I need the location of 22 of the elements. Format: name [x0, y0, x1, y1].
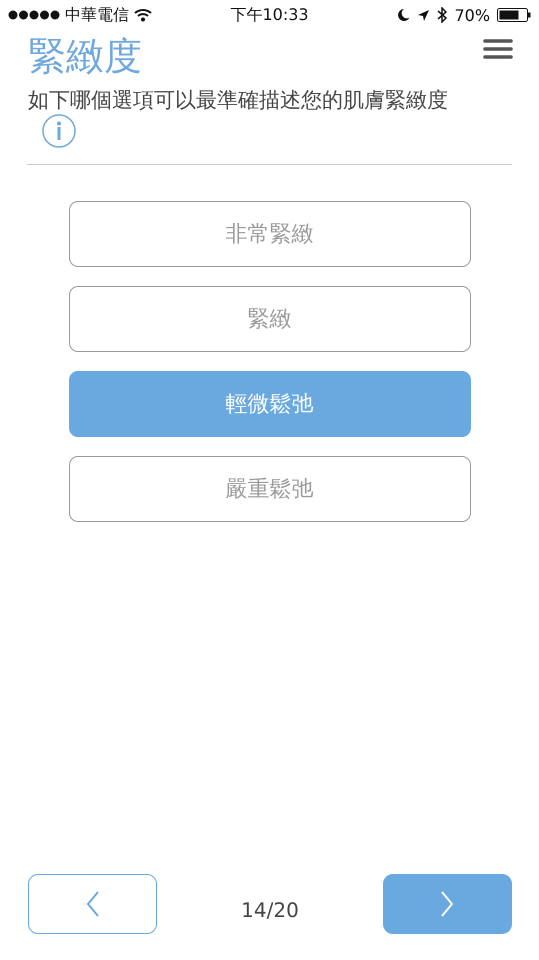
moon-icon: [397, 8, 410, 22]
carrier-name: 中華電信: [65, 4, 129, 26]
info-icon[interactable]: [42, 114, 76, 148]
battery-icon: [497, 8, 532, 22]
location-arrow-icon: [417, 8, 430, 22]
next-button[interactable]: [382, 874, 512, 934]
battery-percent: 70%: [454, 6, 490, 24]
signal-icon: [8, 10, 60, 20]
back-button[interactable]: [28, 874, 157, 934]
chevron-left-icon: [86, 891, 100, 917]
option-button[interactable]: 緊緻: [68, 286, 470, 352]
question-text: 如下哪個選項可以最準確描述您的肌膚緊緻度: [28, 86, 448, 148]
option-button[interactable]: 輕微鬆弛: [68, 371, 470, 437]
page-counter: 14/20: [241, 898, 299, 922]
wifi-icon: [134, 8, 152, 22]
bluetooth-icon: [437, 7, 448, 23]
menu-icon[interactable]: [483, 38, 513, 60]
chevron-right-icon: [440, 891, 454, 917]
option-button[interactable]: 非常緊緻: [68, 201, 470, 267]
option-button[interactable]: 嚴重鬆弛: [68, 456, 470, 522]
clock-time: 下午10:33: [230, 4, 309, 26]
page-title: 緊緻度: [28, 33, 142, 80]
